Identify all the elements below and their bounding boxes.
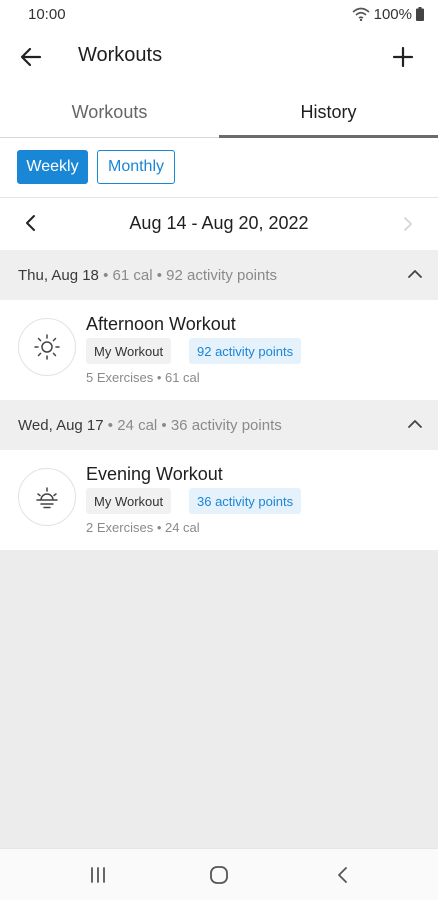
battery-percent: 100%: [373, 5, 412, 23]
workout-card[interactable]: Afternoon Workout My Workout 92 activity…: [0, 300, 438, 400]
date-range-label: Aug 14 - Aug 20, 2022: [129, 213, 309, 233]
workout-icon-badge: [18, 318, 76, 376]
workout-type-tag: My Workout: [86, 338, 172, 364]
separator: •: [153, 520, 165, 535]
arrow-left-icon[interactable]: [18, 44, 44, 70]
status-time: 10:00: [28, 5, 66, 23]
plus-icon[interactable]: [390, 44, 416, 70]
exercise-count: 2 Exercises: [86, 520, 154, 535]
back-nav-icon[interactable]: [331, 863, 355, 887]
weekly-chip[interactable]: Weekly: [17, 150, 88, 184]
separator: •: [157, 416, 171, 434]
tab-bar: Workouts History: [0, 86, 438, 138]
page-title: Workouts: [78, 44, 163, 66]
tab-workouts[interactable]: Workouts: [0, 86, 219, 138]
day-label: Wed, Aug 17: [18, 416, 104, 434]
workout-card[interactable]: Evening Workout My Workout 36 activity p…: [0, 450, 438, 550]
app-bar: Workouts: [0, 28, 438, 86]
period-filter: Weekly Monthly: [0, 138, 438, 198]
status-bar: 10:00 100%: [0, 0, 438, 28]
day-calories: 61 cal: [112, 266, 153, 284]
workout-calories: 61 cal: [164, 370, 200, 385]
battery-icon: [416, 7, 424, 21]
separator: •: [153, 370, 165, 385]
workout-meta: 2 Exercises • 24 cal: [86, 520, 200, 535]
wifi-icon: [352, 7, 370, 21]
day-points: 36 activity points: [170, 416, 282, 434]
monthly-chip[interactable]: Monthly: [97, 150, 175, 184]
sun-icon: [34, 334, 60, 360]
separator: •: [98, 266, 113, 284]
day-header[interactable]: Wed, Aug 17 • 24 cal • 36 activity point…: [0, 400, 438, 450]
activity-points-tag: 36 activity points: [189, 488, 302, 514]
exercise-count: 5 Exercises: [86, 370, 154, 385]
sunset-icon: [36, 487, 58, 509]
workout-icon-badge: [18, 468, 76, 526]
day-points: 92 activity points: [166, 266, 278, 284]
workout-name: Afternoon Workout: [86, 314, 236, 334]
day-label: Thu, Aug 18: [18, 266, 99, 284]
activity-points-tag: 92 activity points: [189, 338, 302, 364]
workout-meta: 5 Exercises • 61 cal: [86, 370, 200, 385]
recent-apps-icon[interactable]: [86, 863, 110, 887]
chevron-right-icon[interactable]: [398, 214, 418, 234]
day-calories: 24 cal: [117, 416, 158, 434]
workout-name: Evening Workout: [86, 464, 223, 484]
day-header[interactable]: Thu, Aug 18 • 61 cal • 92 activity point…: [0, 250, 438, 300]
separator: •: [103, 416, 118, 434]
separator: •: [152, 266, 167, 284]
workout-type-tag: My Workout: [86, 488, 172, 514]
workout-calories: 24 cal: [164, 520, 200, 535]
date-range-nav: Aug 14 - Aug 20, 2022: [0, 198, 438, 250]
tab-history[interactable]: History: [219, 86, 438, 138]
status-indicators: 100%: [352, 6, 424, 23]
chevron-up-icon[interactable]: [406, 415, 424, 433]
system-nav-bar: [0, 848, 438, 900]
home-icon[interactable]: [207, 863, 231, 887]
chevron-up-icon[interactable]: [406, 265, 424, 283]
